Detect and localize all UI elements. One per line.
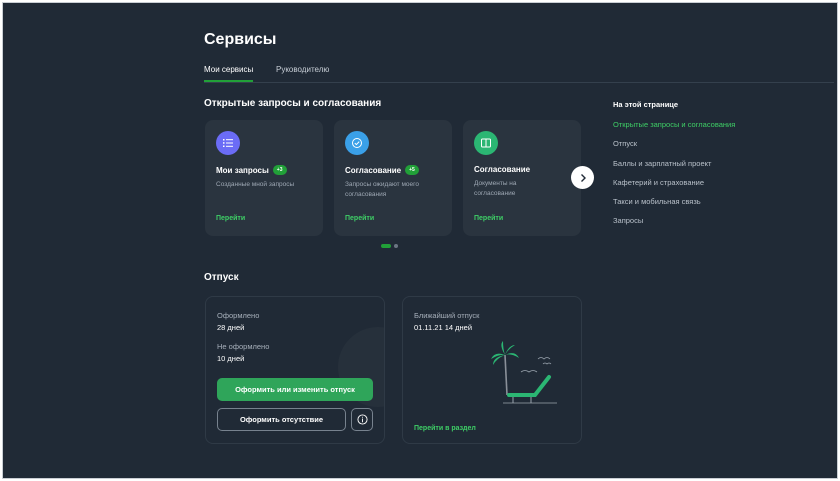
tab-manager[interactable]: Руководителю xyxy=(276,65,329,74)
card-link[interactable]: Перейти xyxy=(474,215,503,222)
toc-item-requests[interactable]: Открытые запросы и согласования xyxy=(613,120,735,129)
app-window: Сервисы Мои сервисы Руководителю Открыты… xyxy=(2,2,838,479)
card-link[interactable]: Перейти xyxy=(216,215,245,222)
count-badge: +5 xyxy=(405,165,419,175)
pagination-dot-active[interactable] xyxy=(381,244,391,248)
vacation-section-title: Отпуск xyxy=(204,272,239,283)
toc-item-queries[interactable]: Запросы xyxy=(613,216,643,225)
carousel-pagination xyxy=(381,244,398,248)
register-absence-button[interactable]: Оформить отсутствие xyxy=(217,408,346,431)
toc-item-cafeteria[interactable]: Кафетерий и страхование xyxy=(613,178,704,187)
check-circle-icon xyxy=(345,131,369,155)
next-vacation-value: 01.11.21 14 дней xyxy=(414,323,473,332)
list-icon xyxy=(216,131,240,155)
tab-bar: Мои сервисы Руководителю xyxy=(204,61,834,83)
next-vacation-label: Ближайший отпуск xyxy=(414,311,480,320)
toc-item-taxi[interactable]: Такси и мобильная связь xyxy=(613,197,701,206)
tab-my-services[interactable]: Мои сервисы xyxy=(204,65,254,82)
requests-section-title: Открытые запросы и согласования xyxy=(204,98,382,109)
card-title: Согласование xyxy=(474,165,570,174)
info-icon xyxy=(356,414,368,425)
go-to-section-link[interactable]: Перейти в раздел xyxy=(414,425,476,432)
toc-heading: На этой странице xyxy=(613,100,679,109)
card-my-requests[interactable]: Мои запросы +3 Созданные мной запросы Пе… xyxy=(205,120,323,236)
card-approvals[interactable]: Согласование +5 Запросы ожидают моего со… xyxy=(334,120,452,236)
issued-label: Оформлено xyxy=(217,311,260,320)
apply-vacation-button[interactable]: Оформить или изменить отпуск xyxy=(217,378,373,401)
book-icon xyxy=(474,131,498,155)
chevron-right-icon xyxy=(580,173,586,182)
card-description: Документы на согласование xyxy=(474,180,517,198)
toc-item-vacation[interactable]: Отпуск xyxy=(613,139,637,148)
pagination-dot[interactable] xyxy=(394,244,398,248)
carousel-next-button[interactable] xyxy=(571,166,594,189)
card-document-approvals[interactable]: Согласование Документы на согласование П… xyxy=(463,120,581,236)
page-title: Сервисы xyxy=(204,31,277,48)
issued-value: 28 дней xyxy=(217,323,245,332)
card-description: Созданные мной запросы xyxy=(216,181,295,188)
beach-illustration xyxy=(491,341,557,404)
card-title-text: Согласование xyxy=(345,165,402,175)
card-description: Запросы ожидают моего согласования xyxy=(345,181,420,199)
card-title: Согласование +5 xyxy=(345,165,441,175)
not-issued-value: 10 дней xyxy=(217,354,245,363)
info-button[interactable] xyxy=(351,408,373,431)
card-title-text: Согласование xyxy=(474,165,531,174)
vacation-balance-card: Оформлено 28 дней Не оформлено 10 дней О… xyxy=(205,296,385,444)
next-vacation-card[interactable]: Ближайший отпуск 01.11.21 14 дней Перейт… xyxy=(402,296,582,444)
toc-item-points[interactable]: Баллы и зарплатный проект xyxy=(613,159,711,168)
card-title: Мои запросы +3 xyxy=(216,165,312,175)
card-title-text: Мои запросы xyxy=(216,165,269,175)
not-issued-label: Не оформлено xyxy=(217,342,270,351)
card-link[interactable]: Перейти xyxy=(345,215,374,222)
count-badge: +3 xyxy=(272,165,287,175)
